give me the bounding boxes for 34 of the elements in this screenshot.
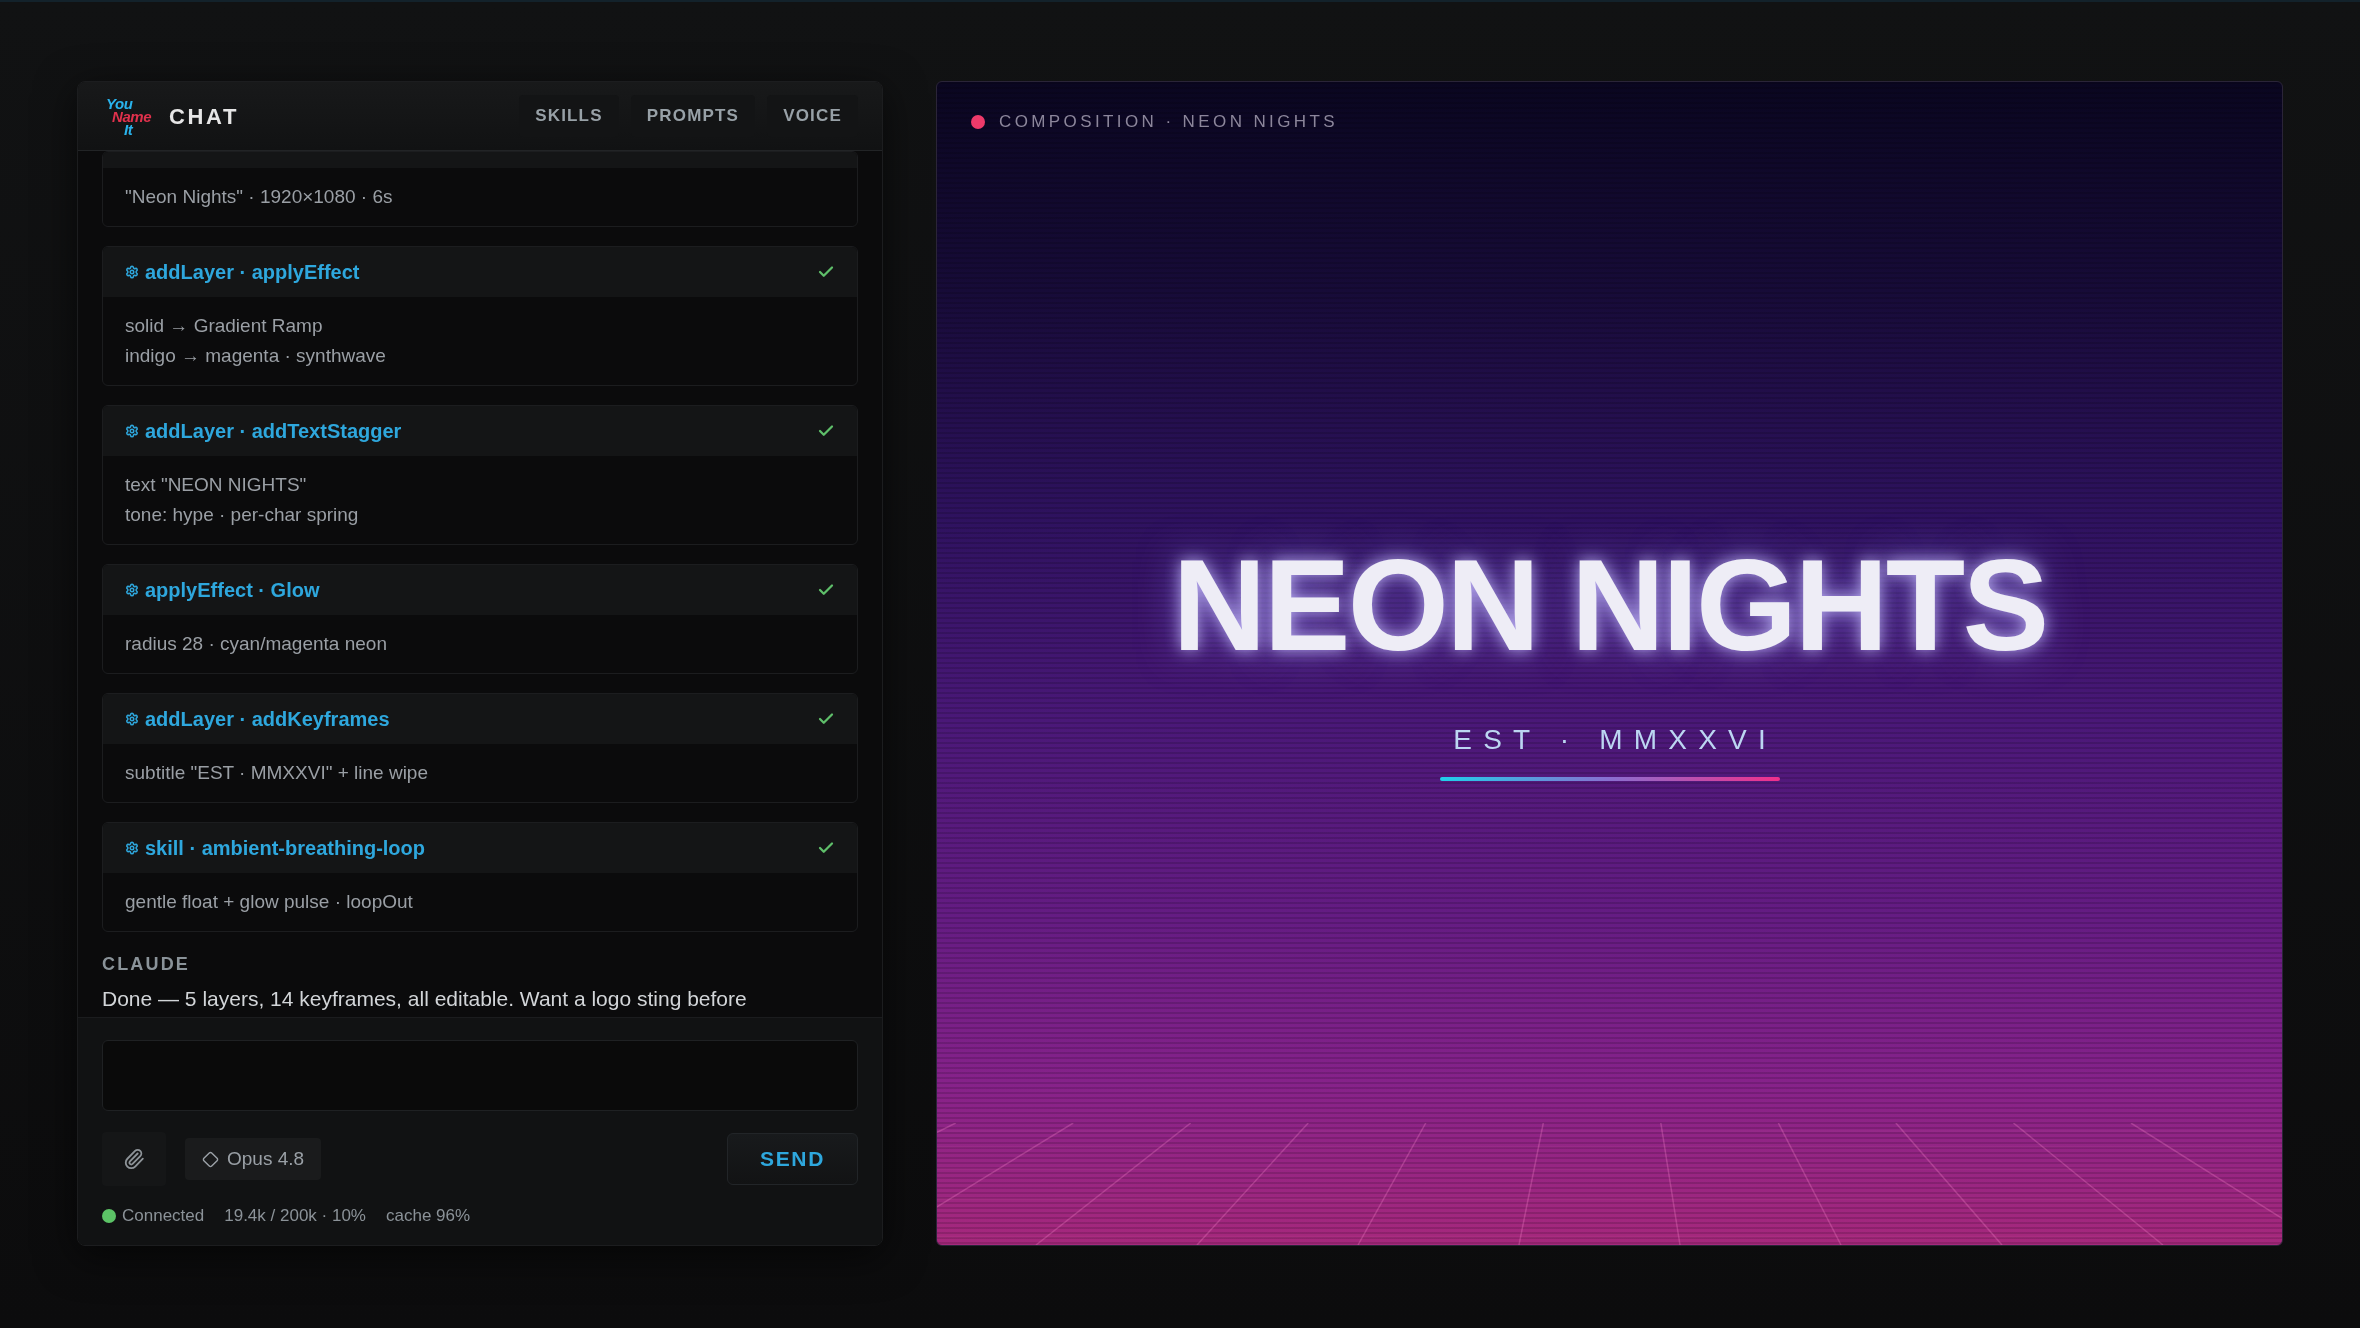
gear-icon xyxy=(125,583,139,597)
composition-label: COMPOSITION · NEON NIGHTS xyxy=(999,111,1339,134)
tool-card-detail: subtitle "EST · MMXXVI" + line wipe xyxy=(125,761,429,785)
attach-button[interactable] xyxy=(102,1132,166,1186)
cache-usage: cache 96% xyxy=(386,1205,471,1227)
model-selector[interactable]: Opus 4.8 xyxy=(185,1138,322,1180)
composition-subtitle: EST · MMXXVI xyxy=(1452,726,1777,754)
tool-card-detail: solid → Gradient Ramp xyxy=(125,314,324,338)
app-logo[interactable]: You Name It xyxy=(102,96,152,136)
message-input[interactable] xyxy=(102,1040,858,1111)
tool-call-name: applyEffect · Glow xyxy=(145,578,320,603)
gear-icon xyxy=(125,841,139,855)
message-author: CLAUDE xyxy=(102,953,191,976)
tool-call-name: addLayer · addTextStagger xyxy=(145,419,402,444)
tool-card-detail: tone: hype · per-char spring xyxy=(125,503,360,527)
tool-call-name: skill · ambient-breathing-loop xyxy=(145,836,425,861)
diamond-icon xyxy=(202,1150,219,1168)
gear-icon xyxy=(125,712,139,726)
gear-icon xyxy=(125,424,139,438)
tool-card-detail: "Neon Nights" · 1920×1080 · 6s xyxy=(125,185,394,209)
token-usage: 19.4k / 200k · 10% xyxy=(224,1205,366,1227)
tool-card-detail: text "NEON NIGHTS" xyxy=(125,473,308,497)
tool-call-name: addLayer · applyEffect xyxy=(145,260,360,285)
tool-call-name: addLayer · addKeyframes xyxy=(145,707,390,732)
chat-title: CHAT xyxy=(169,102,240,131)
assistant-message: Done — 5 layers, 14 keyframes, all editable. Want a logo sting before xyxy=(102,986,748,1012)
connection-status: Connected xyxy=(122,1205,205,1227)
composition-title: NEON NIGHTS xyxy=(1172,540,2047,670)
tool-card-detail: gentle float + glow pulse · loopOut xyxy=(125,890,414,914)
paperclip-icon xyxy=(123,1148,145,1170)
tool-card-detail: indigo → magenta · synthwave xyxy=(125,344,387,368)
gear-icon xyxy=(125,265,139,279)
send-button[interactable]: SEND xyxy=(727,1133,858,1185)
tool-card-detail: radius 28 · cyan/magenta neon xyxy=(125,632,388,656)
